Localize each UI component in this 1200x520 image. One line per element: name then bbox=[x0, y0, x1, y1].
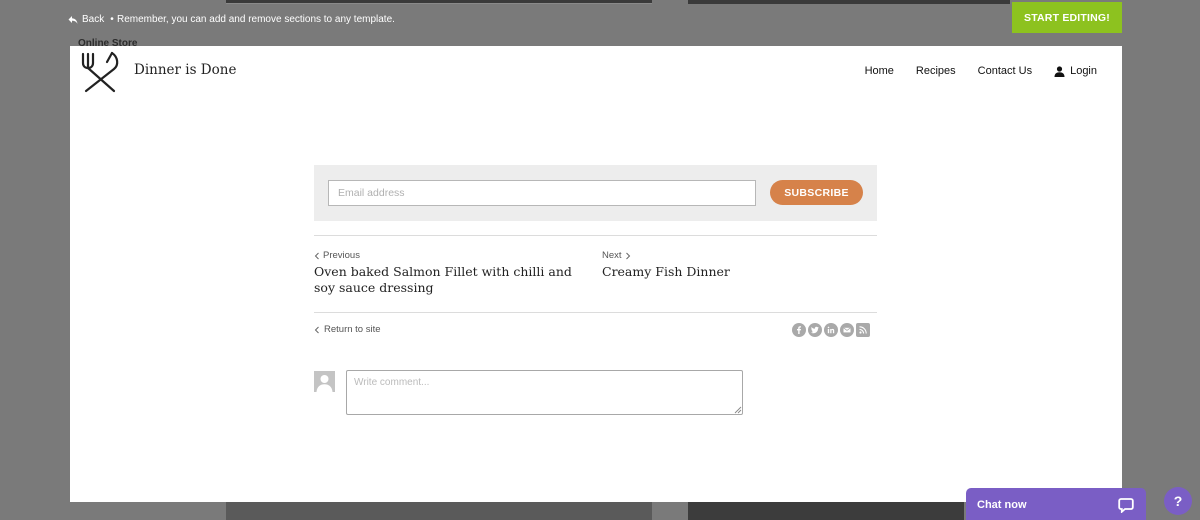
email-input[interactable] bbox=[328, 180, 756, 206]
separator: • bbox=[110, 14, 114, 25]
previous-post: Previous Oven baked Salmon Fillet with c… bbox=[314, 250, 594, 296]
next-post: Next Creamy Fish Dinner bbox=[602, 250, 872, 280]
chat-widget[interactable]: Chat now bbox=[966, 488, 1146, 520]
comment-input[interactable] bbox=[346, 370, 743, 415]
nav-contact-us[interactable]: Contact Us bbox=[978, 65, 1032, 77]
editor-top-bar: Back • Remember, you can add and remove … bbox=[0, 0, 1200, 40]
background-thumbnail bbox=[688, 502, 964, 520]
divider bbox=[314, 235, 877, 236]
chevron-right-icon bbox=[625, 252, 630, 259]
back-arrow-icon bbox=[68, 15, 78, 24]
subscribe-button[interactable]: SUBSCRIBE bbox=[770, 180, 863, 205]
site-header: Dinner is Done Home Recipes Contact Us L… bbox=[70, 46, 1122, 102]
chat-label: Chat now bbox=[977, 499, 1027, 511]
nav-home[interactable]: Home bbox=[865, 65, 894, 77]
fork-knife-logo-icon[interactable] bbox=[74, 50, 124, 94]
facebook-icon[interactable] bbox=[792, 323, 806, 337]
previous-label: Previous bbox=[323, 250, 360, 261]
resize-handle-icon[interactable] bbox=[734, 406, 742, 414]
site-nav: Home Recipes Contact Us Login bbox=[865, 65, 1097, 77]
chevron-left-icon bbox=[314, 326, 319, 333]
linkedin-icon[interactable] bbox=[824, 323, 838, 337]
editor-hint: Remember, you can add and remove section… bbox=[117, 14, 395, 25]
site-title[interactable]: Dinner is Done bbox=[134, 62, 236, 78]
next-post-title[interactable]: Creamy Fish Dinner bbox=[602, 264, 872, 280]
next-post-link[interactable]: Next bbox=[602, 250, 872, 261]
avatar bbox=[314, 371, 335, 392]
return-to-site-link[interactable]: Return to site bbox=[314, 324, 381, 335]
background-thumbnail bbox=[226, 502, 652, 520]
divider bbox=[314, 312, 877, 313]
previous-post-title[interactable]: Oven baked Salmon Fillet with chilli and… bbox=[314, 264, 594, 296]
share-icons bbox=[792, 323, 870, 337]
previous-post-link[interactable]: Previous bbox=[314, 250, 594, 261]
subscribe-box: SUBSCRIBE bbox=[314, 165, 877, 221]
nav-login[interactable]: Login bbox=[1054, 65, 1097, 77]
back-link[interactable]: Back • bbox=[68, 14, 116, 25]
chat-bubble-icon bbox=[1118, 498, 1134, 513]
next-label: Next bbox=[602, 250, 622, 261]
template-preview: Dinner is Done Home Recipes Contact Us L… bbox=[70, 46, 1122, 502]
nav-login-label: Login bbox=[1070, 65, 1097, 77]
rss-icon[interactable] bbox=[856, 323, 870, 337]
nav-recipes[interactable]: Recipes bbox=[916, 65, 956, 77]
twitter-icon[interactable] bbox=[808, 323, 822, 337]
start-editing-button[interactable]: START EDITING! bbox=[1012, 2, 1122, 33]
help-button[interactable]: ? bbox=[1164, 487, 1192, 515]
default-avatar-icon bbox=[314, 371, 335, 392]
return-label: Return to site bbox=[324, 324, 381, 335]
user-icon bbox=[1054, 65, 1065, 77]
back-label: Back bbox=[82, 14, 105, 25]
email-icon[interactable] bbox=[840, 323, 854, 337]
chevron-left-icon bbox=[314, 252, 319, 259]
